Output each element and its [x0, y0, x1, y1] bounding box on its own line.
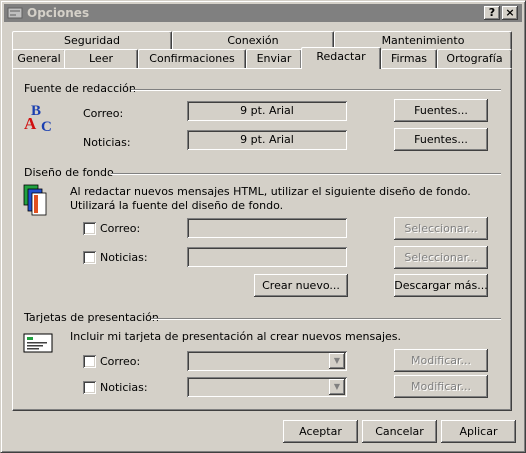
divider [111, 173, 501, 175]
stationery-news-select-button[interactable]: Seleccionar... [394, 246, 488, 269]
stationery-icon [23, 184, 47, 216]
tab-enviar[interactable]: Enviar [246, 49, 302, 68]
stationery-mail-select-button[interactable]: Seleccionar... [394, 217, 488, 240]
stationery-group-title: Diseño de fondo [24, 166, 114, 179]
svg-text:C: C [41, 119, 52, 133]
cancel-button[interactable]: Cancelar [362, 420, 437, 443]
business-cards-group-title: Tarjetas de presentación [24, 311, 159, 324]
tab-panel: Fuente de redacción B A C Correo: 9 pt. … [12, 68, 512, 411]
tab-general[interactable]: General [12, 49, 66, 68]
stationery-font-note: Utilizará la fuente del diseño de fondo. [70, 199, 284, 212]
compose-font-news-label: Noticias: [83, 136, 131, 149]
business-card-news-checkbox[interactable] [83, 381, 96, 394]
stationery-news-checkbox[interactable] [83, 251, 96, 264]
ok-button[interactable]: Aceptar [283, 420, 358, 443]
business-card-mail-dropdown[interactable]: ▼ [187, 351, 347, 371]
business-card-mail-modify-button[interactable]: Modificar... [394, 349, 488, 372]
tab-redactar[interactable]: Redactar [301, 47, 381, 69]
compose-font-mail-fonts-button[interactable]: Fuentes... [394, 99, 488, 122]
divider [131, 89, 501, 91]
download-more-button[interactable]: Descargar más... [394, 274, 488, 297]
tab-leer[interactable]: Leer [64, 49, 138, 68]
stationery-news-field [187, 247, 347, 267]
business-card-icon [23, 333, 53, 353]
options-app-icon [7, 7, 23, 19]
create-new-button[interactable]: Crear nuevo... [254, 274, 348, 297]
compose-font-news-field: 9 pt. Arial [187, 130, 347, 150]
fonts-button-label: Fuentes... [414, 133, 468, 146]
business-card-mail-label: Correo: [100, 355, 141, 368]
tab-confirmaciones[interactable]: Confirmaciones [138, 49, 246, 68]
tab-seguridad[interactable]: Seguridad [12, 31, 172, 50]
chevron-down-icon: ▼ [329, 353, 345, 369]
divider [151, 318, 501, 320]
compose-font-mail-field: 9 pt. Arial [187, 101, 347, 121]
svg-text:A: A [24, 114, 37, 133]
window-title: Opciones [27, 6, 90, 20]
business-card-news-dropdown[interactable]: ▼ [187, 377, 347, 397]
business-card-news-label: Noticias: [100, 381, 148, 394]
apply-button[interactable]: Aplicar [441, 420, 516, 443]
compose-font-group-title: Fuente de redacción [24, 82, 136, 95]
compose-font-mail-label: Correo: [83, 107, 124, 120]
compose-font-news-fonts-button[interactable]: Fuentes... [394, 128, 488, 151]
tab-firmas[interactable]: Firmas [381, 49, 437, 68]
stationery-mail-field [187, 218, 347, 238]
stationery-description: Al redactar nuevos mensajes HTML, utiliz… [70, 185, 471, 198]
stationery-mail-label: Correo: [100, 222, 141, 235]
font-abc-icon: B A C [24, 103, 52, 133]
title-bar: Opciones ? × [4, 4, 522, 22]
stationery-mail-checkbox[interactable] [83, 222, 96, 235]
business-card-description: Incluir mi tarjeta de presentación al cr… [70, 330, 401, 343]
chevron-down-icon: ▼ [329, 379, 345, 395]
close-button[interactable]: × [502, 6, 518, 20]
stationery-news-label: Noticias: [100, 251, 148, 264]
business-card-news-modify-button[interactable]: Modificar... [394, 375, 488, 398]
business-card-mail-checkbox[interactable] [83, 355, 96, 368]
tab-ortografia[interactable]: Ortografía [437, 49, 512, 68]
help-button[interactable]: ? [484, 6, 500, 20]
fonts-button-label: Fuentes... [414, 104, 468, 117]
